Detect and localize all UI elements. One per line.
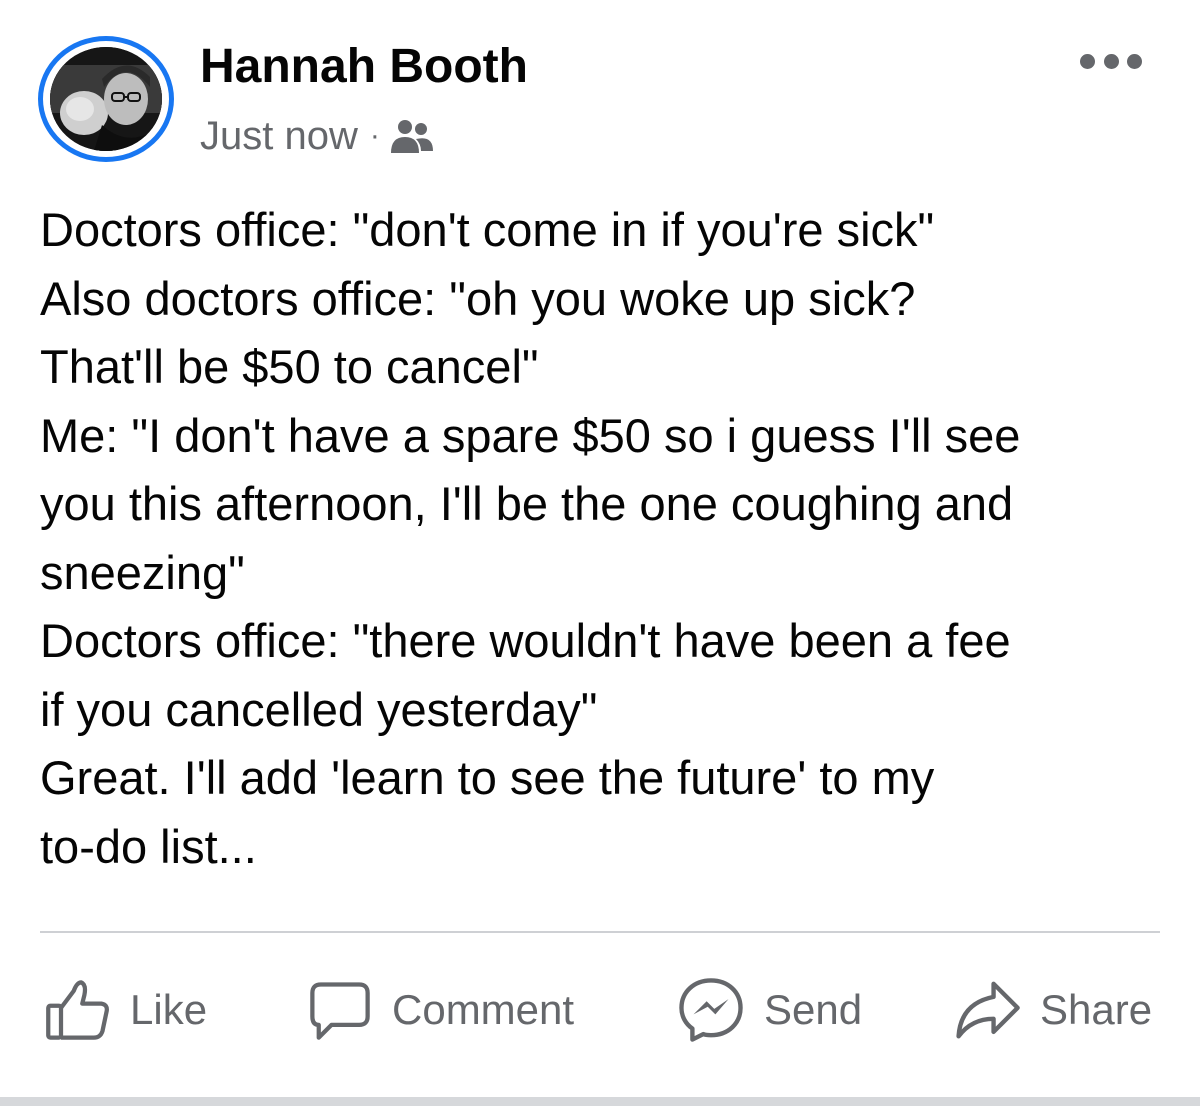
post-text-line: sneezing" [40,545,245,599]
post-meta: Just now · [200,112,434,160]
more-dot [1127,53,1142,69]
comment-button[interactable]: Comment [306,972,574,1048]
post-text: Doctors office: "don't come in if you're… [40,196,1170,881]
divider [40,931,1160,933]
avatar-photo [50,47,162,151]
post-text-line: Doctors office: "don't come in if you're… [40,203,935,256]
author-name[interactable]: Hannah Booth [200,38,528,96]
post-text-line: Also doctors office: "oh you woke up sic… [40,271,916,325]
post-timestamp[interactable]: Just now [200,112,358,160]
author-avatar[interactable] [38,36,174,162]
friends-icon[interactable] [390,117,434,155]
post-text-line: That'll be $50 to cancel" [40,340,539,393]
post-text-line: Me: "I don't have a spare $50 so i guess… [40,408,1021,462]
post-text-line: if you cancelled yesterday" [40,682,598,736]
feed-separator [0,1097,1200,1106]
like-label: Like [130,986,208,1033]
more-dot [1103,53,1119,69]
post-text-line: Doctors office: "there wouldn't have bee… [40,614,1011,667]
speech-bubble-icon [310,982,370,1040]
meta-separator: · [369,119,380,152]
share-arrow-icon [956,981,1020,1039]
share-label: Share [1040,986,1153,1033]
post-text-line: to-do list... [40,819,257,873]
messenger-icon [679,978,743,1042]
facebook-post: Hannah Booth Just now · Doctors office: … [0,0,1200,1106]
thumbs-up-icon [46,980,109,1040]
comment-label: Comment [392,986,575,1033]
post-text-line: you this afternoon, I'll be the one coug… [40,477,1014,530]
send-label: Send [764,986,863,1033]
post-text-line: Great. I'll add 'learn to see the future… [40,751,935,804]
like-button[interactable]: Like [44,972,207,1048]
avatar-image [50,47,162,151]
more-options-icon[interactable] [1080,46,1142,76]
more-dot [1080,53,1095,69]
send-button[interactable]: Send [676,972,862,1048]
share-button[interactable]: Share [952,972,1152,1048]
